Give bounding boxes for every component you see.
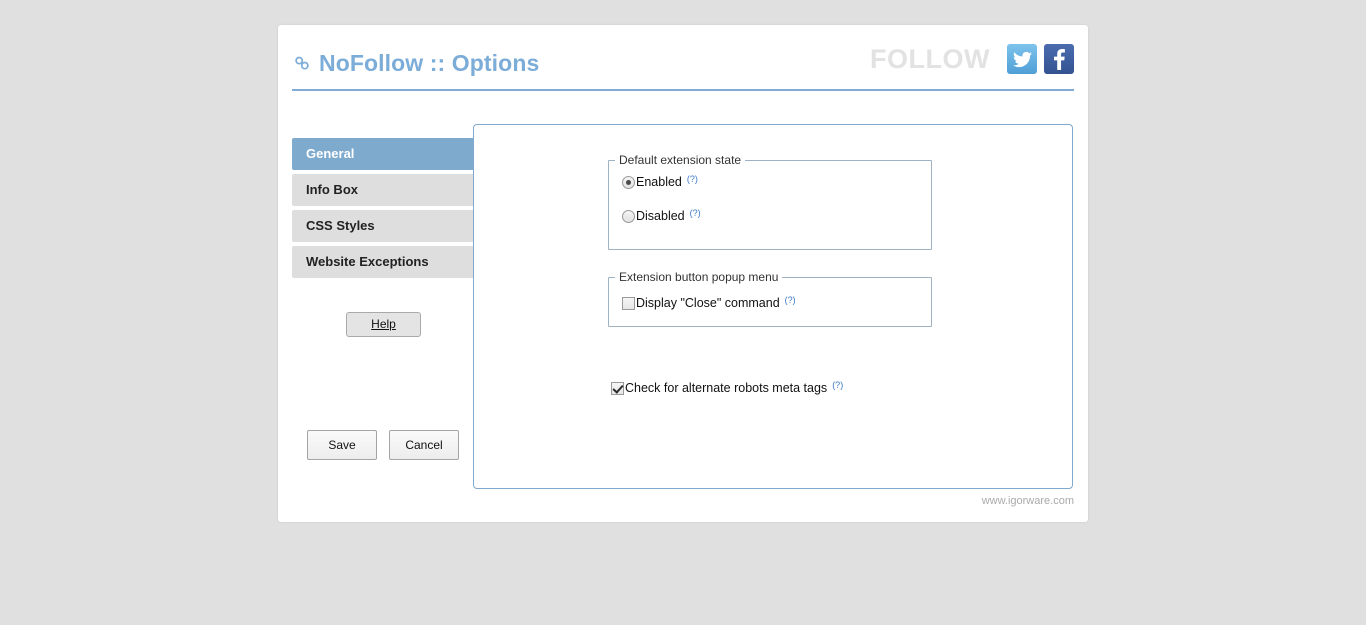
header-divider [292, 89, 1074, 91]
group-legend: Extension button popup menu [619, 270, 779, 284]
footer-site-label: www.igorware.com [981, 495, 1074, 507]
radio-disabled-label: Disabled [636, 209, 685, 223]
tab-label: Info Box [306, 182, 358, 197]
checkbox-check-alternate-robots-meta-tags[interactable] [611, 382, 624, 395]
help-hint-icon[interactable]: (?) [690, 209, 701, 218]
action-buttons: Save Cancel [307, 430, 471, 460]
default-extension-state-group: Default extension state Enabled (?) Disa… [608, 153, 932, 250]
option-row-alternate-robots[interactable]: Check for alternate robots meta tags (?) [611, 381, 843, 396]
sidebar-item-css-styles[interactable]: CSS Styles [292, 210, 475, 242]
radio-enabled-label: Enabled [636, 175, 682, 189]
checkbox-display-close-command[interactable] [622, 297, 635, 310]
help-button-label: Help [371, 317, 396, 331]
help-hint-icon[interactable]: (?) [687, 175, 698, 184]
save-button[interactable]: Save [307, 430, 377, 460]
help-hint-icon[interactable]: (?) [832, 381, 843, 390]
help-hint-icon[interactable]: (?) [785, 296, 796, 305]
settings-panel: Default extension state Enabled (?) Disa… [473, 124, 1073, 489]
sidebar-item-info-box[interactable]: Info Box [292, 174, 475, 206]
checkbox-check-alternate-robots-meta-tags-label: Check for alternate robots meta tags [625, 381, 828, 395]
option-row-display-close[interactable]: Display "Close" command (?) [622, 296, 931, 311]
checkbox-display-close-command-label: Display "Close" command [636, 296, 780, 310]
tab-label: Website Exceptions [306, 254, 429, 269]
option-row-disabled[interactable]: Disabled (?) [622, 209, 931, 224]
options-page-card: NoFollow :: Options FOLLOW General Info … [278, 25, 1088, 522]
follow-label: FOLLOW [870, 44, 990, 74]
link-chain-icon [292, 53, 312, 73]
group-legend: Default extension state [619, 153, 742, 167]
twitter-icon[interactable] [1007, 44, 1037, 74]
radio-enabled[interactable] [622, 176, 635, 189]
sidebar-item-website-exceptions[interactable]: Website Exceptions [292, 246, 475, 278]
help-button-wrap: Help [292, 312, 475, 337]
sidebar-item-general[interactable]: General [292, 138, 475, 170]
help-button[interactable]: Help [346, 312, 421, 337]
cancel-button[interactable]: Cancel [389, 430, 459, 460]
popup-menu-group: Extension button popup menu Display "Clo… [608, 270, 932, 327]
tab-label: General [306, 146, 355, 161]
facebook-icon[interactable] [1044, 44, 1074, 74]
follow-group: FOLLOW [870, 44, 1074, 74]
tab-label: CSS Styles [306, 218, 375, 233]
page-header: NoFollow :: Options FOLLOW [292, 39, 1074, 101]
page-title: NoFollow :: Options [319, 49, 540, 76]
radio-disabled[interactable] [622, 210, 635, 223]
tab-list: General Info Box CSS Styles Website Exce… [292, 138, 475, 282]
option-row-enabled[interactable]: Enabled (?) [622, 175, 931, 190]
